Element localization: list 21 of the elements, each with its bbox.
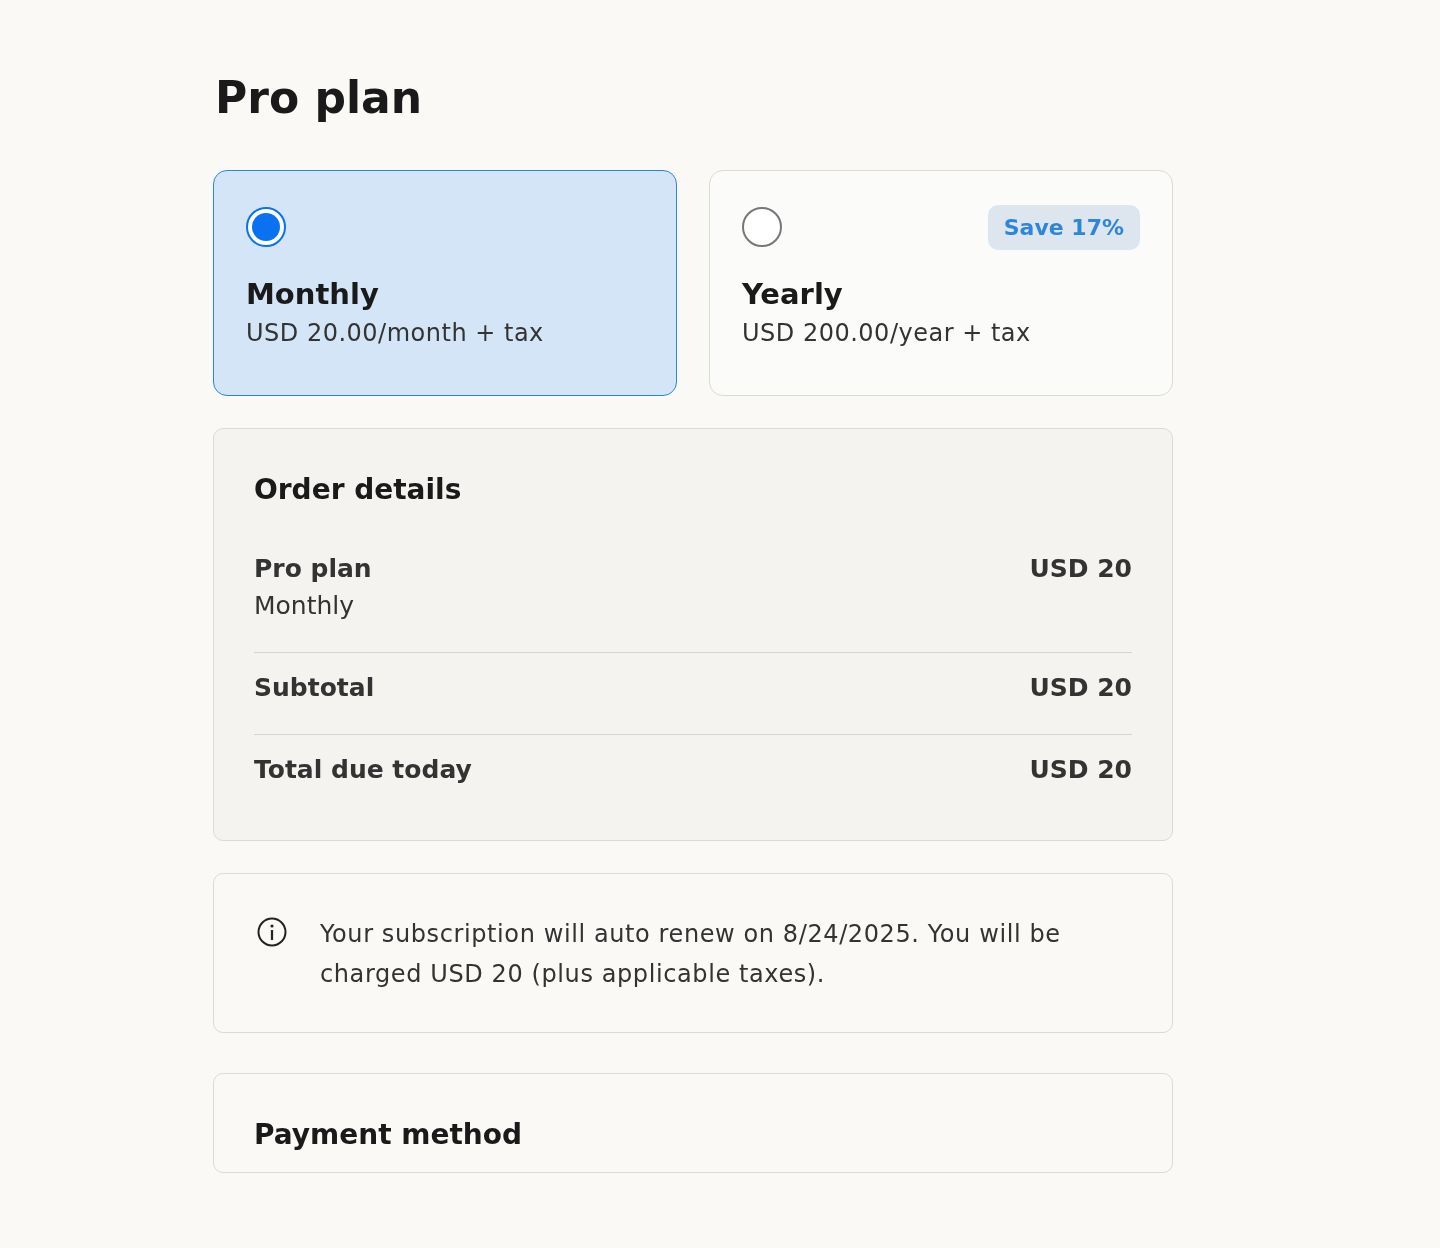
plan-price: USD 20.00/month + tax [246,319,545,348]
savings-badge: Save 17% [987,204,1140,250]
info-icon [256,916,288,949]
row-label: Subtotal [254,673,375,703]
plan-option[interactable]: Monthly USD 20.00/month + tax [213,170,677,397]
row-label: Pro plan [254,554,372,584]
radio-button[interactable] [742,207,782,248]
radio-button[interactable] [246,207,286,248]
row-amount: USD 20 [1029,673,1132,703]
plan-option[interactable]: Save 17% Yearly USD 200.00/year + tax [709,170,1173,397]
row-amount: USD 20 [1029,755,1132,785]
row-sublabel: Monthly [254,591,356,621]
plan-name: Monthly [246,277,380,312]
section-title: Payment method [254,1118,524,1152]
row-amount: USD 20 [1029,554,1132,586]
plan-price: USD 200.00/year + tax [742,319,1032,348]
section-title: Order details [254,473,463,507]
plan-name: Yearly [742,277,844,312]
page-title: Pro plan [215,74,424,123]
row-label: Total due today [254,755,472,785]
notice-text: Your subscription will auto renew on 8/24/2025. You will be charged USD 20 (plus applicable taxes). [320,919,1062,991]
